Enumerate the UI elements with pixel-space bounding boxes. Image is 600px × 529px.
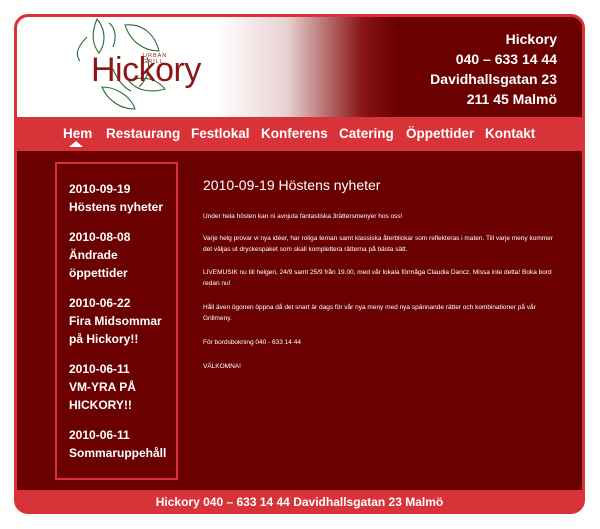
header-contact: Hickory 040 – 633 14 44 Davidhallsgatan … (430, 29, 557, 109)
article-paragraph: Varje helg provar vi nya idéer, har roli… (203, 235, 553, 253)
news-date: 2010-06-11 (69, 428, 130, 442)
article-paragraph: Håll även ögonen öppna då det snart är d… (203, 304, 536, 322)
active-indicator-icon (69, 141, 83, 147)
nav-item-oppettider[interactable]: Öppettider (406, 126, 474, 141)
header: Hickory URBAN GRILL Hickory 040 – 633 14… (17, 17, 582, 117)
footer: Hickory 040 – 633 14 44 Davidhallsgatan … (17, 490, 582, 511)
contact-street: Davidhallsgatan 23 (430, 71, 557, 87)
article-paragraph: Under hela hösten kan ni avnjuta fantast… (203, 213, 403, 220)
footer-contact: Hickory 040 – 633 14 44 Davidhallsgatan … (155, 495, 444, 509)
logo-tagline: URBAN GRILL (143, 53, 168, 65)
news-item[interactable]: 2010-06-11 Sommaruppehåll (69, 426, 166, 462)
page-frame: Hickory URBAN GRILL Hickory 040 – 633 14… (14, 14, 585, 514)
article-paragraph: VÄLKOMNA! (203, 363, 241, 370)
news-title[interactable]: Höstens nyheter (69, 198, 163, 216)
news-title[interactable]: Ändrade öppettider (69, 246, 149, 282)
news-date: 2010-06-11 (69, 362, 130, 376)
news-date: 2010-06-22 (69, 296, 131, 310)
logo[interactable]: Hickory URBAN GRILL (47, 17, 201, 117)
news-item[interactable]: 2010-09-19 Höstens nyheter (69, 180, 163, 216)
contact-name: Hickory (505, 31, 557, 47)
news-item[interactable]: 2010-08-08 Ändrade öppettider (69, 228, 149, 282)
contact-city: 211 45 Malmö (466, 91, 557, 107)
news-title[interactable]: VM-YRA PÅ HICKORY!! (69, 378, 159, 414)
news-item[interactable]: 2010-06-11 VM-YRA PÅ HICKORY!! (69, 360, 159, 414)
contact-phone: 040 – 633 14 44 (455, 51, 557, 67)
article-paragraph: För bordsbokning 040 - 633 14 44 (203, 339, 301, 346)
news-date: 2010-08-08 (69, 230, 131, 244)
nav-item-kontakt[interactable]: Kontakt (485, 126, 535, 141)
main-nav: Hem Restaurang Festlokal Konferens Cater… (17, 117, 582, 151)
nav-item-restaurang[interactable]: Restaurang (106, 126, 180, 141)
article-heading: 2010-09-19 Höstens nyheter (203, 177, 381, 193)
nav-item-catering[interactable]: Catering (339, 126, 394, 141)
nav-item-hem[interactable]: Hem (63, 126, 92, 141)
news-date: 2010-09-19 (69, 182, 131, 196)
nav-item-konferens[interactable]: Konferens (261, 126, 328, 141)
article-paragraph: LIVEMUSIK nu till helgen, 24/9 samt 25/9… (203, 269, 552, 287)
news-sidebar: 2010-09-19 Höstens nyheter 2010-08-08 Än… (55, 162, 178, 480)
news-item[interactable]: 2010-06-22 Fira Midsommar på Hickory!! (69, 294, 169, 348)
news-title[interactable]: Fira Midsommar på Hickory!! (69, 312, 169, 348)
news-title[interactable]: Sommaruppehåll (69, 444, 166, 462)
nav-item-festlokal[interactable]: Festlokal (191, 126, 250, 141)
